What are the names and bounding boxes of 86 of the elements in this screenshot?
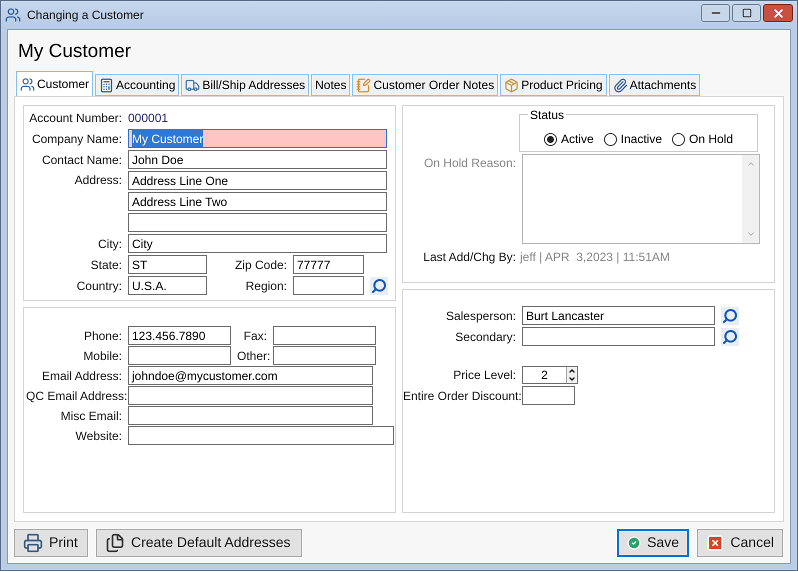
text-field[interactable] [128, 346, 231, 365]
radio-button[interactable] [544, 132, 557, 146]
radio-button[interactable] [604, 132, 617, 146]
search-icon [722, 328, 738, 344]
spinner-arrows-icon [566, 367, 577, 383]
print-button[interactable]: Print [14, 528, 88, 556]
radio-label: Active [560, 131, 594, 148]
text-field[interactable] [128, 213, 387, 232]
cancel-icon [706, 532, 724, 552]
price-level-spinner[interactable]: 2 [522, 366, 578, 384]
field-label: Last Add/Chg By: [423, 250, 516, 264]
field-label: Contact Name: [42, 152, 122, 166]
field-label: Price Level: [453, 368, 516, 382]
field-label: Phone: [84, 328, 122, 342]
text-field[interactable]: ST [128, 255, 207, 274]
radio-button[interactable] [672, 132, 685, 146]
text-field[interactable] [128, 386, 373, 405]
text-field[interactable]: 123.456.7890 [128, 326, 231, 345]
window-title: Changing a Customer [27, 7, 144, 24]
maximize-icon [742, 8, 752, 18]
field-label: Entire Order Discount: [403, 388, 522, 402]
tab[interactable]: Customer [16, 71, 94, 96]
text-field[interactable]: John Doe [128, 150, 387, 169]
field-label: Address: [74, 173, 122, 187]
maximize-button[interactable] [732, 4, 761, 22]
save-button[interactable]: Save [617, 528, 689, 556]
field-label: Website: [76, 428, 122, 442]
search-button[interactable] [721, 306, 739, 324]
text-field[interactable]: City [128, 234, 387, 253]
field-label: On Hold Reason: [424, 156, 516, 170]
tab[interactable]: Notes [311, 74, 350, 96]
tab[interactable]: Bill/Ship Addresses [181, 74, 310, 96]
field-label: Mobile: [83, 348, 122, 362]
field-label: State: [90, 258, 122, 272]
truck-icon [185, 78, 200, 92]
last-change-info: jeff | APR 3,2023 | 11:51AM [520, 249, 670, 266]
create-addresses-button[interactable]: Create Default Addresses [96, 528, 302, 556]
text-field[interactable] [273, 326, 376, 345]
field-label: QC Email Address: [26, 388, 128, 402]
page-heading: My Customer [18, 40, 131, 64]
field-label: Secondary: [455, 330, 516, 344]
close-button[interactable] [763, 4, 793, 22]
field-label: Misc Email: [60, 408, 122, 422]
text-field[interactable] [522, 386, 575, 405]
radio-label: Inactive [620, 131, 662, 148]
text-field[interactable] [522, 327, 715, 346]
close-icon [772, 6, 784, 20]
field-label: Zip Code: [234, 258, 287, 272]
field-label: Country: [76, 278, 122, 292]
box-icon [504, 78, 520, 92]
field-label: Salesperson: [446, 308, 516, 322]
search-button[interactable] [721, 328, 739, 346]
text-field[interactable]: Burt Lancaster [522, 306, 715, 325]
field-label: Account Number: [29, 111, 122, 125]
users-icon [20, 76, 35, 92]
printer-icon [23, 532, 43, 552]
text-field[interactable] [293, 276, 364, 295]
notepad-pen-icon [356, 78, 372, 92]
field-label: Other: [237, 348, 270, 362]
text-field[interactable] [128, 406, 373, 425]
search-button[interactable] [370, 276, 388, 294]
tab[interactable]: Accounting [95, 74, 180, 96]
text-field[interactable]: U.S.A. [128, 276, 207, 295]
field-label: Company Name: [32, 132, 122, 146]
search-icon [722, 308, 738, 324]
tab[interactable]: Customer Order Notes [352, 74, 498, 96]
field-label: Region: [246, 278, 287, 292]
users-icon [5, 7, 21, 23]
tab[interactable]: Attachments [608, 74, 700, 96]
calculator-icon [99, 78, 114, 92]
text-field[interactable]: 77777 [293, 255, 364, 274]
text-field[interactable]: johndoe@mycustomer.com [128, 366, 373, 385]
field-label: Email Address: [42, 368, 122, 382]
documents-icon [105, 532, 125, 552]
account-number: 000001 [128, 110, 168, 127]
paperclip-icon [612, 78, 628, 92]
text-field[interactable] [273, 346, 376, 365]
field-label: Fax: [244, 328, 267, 342]
radio-label: On Hold [689, 131, 734, 148]
text-field[interactable] [128, 426, 394, 445]
cancel-button[interactable]: Cancel [697, 528, 783, 556]
text-field[interactable]: Address Line One [128, 171, 387, 190]
search-icon [371, 278, 387, 294]
text-field[interactable]: Address Line Two [128, 192, 387, 211]
field-label: City: [98, 236, 122, 250]
tab[interactable]: Product Pricing [500, 74, 607, 96]
